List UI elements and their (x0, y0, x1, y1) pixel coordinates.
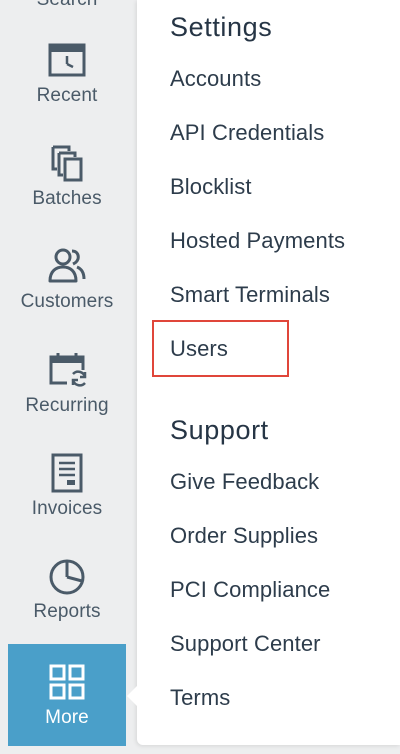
nav-item-search[interactable]: Search (8, 0, 126, 45)
menu-link-api-credentials[interactable]: API Credentials (170, 120, 324, 146)
menu-link-give-feedback[interactable]: Give Feedback (170, 469, 319, 495)
menu-link-terms[interactable]: Terms (170, 685, 230, 711)
nav-item-recurring[interactable]: Recurring (8, 350, 126, 450)
nav-item-label: Recent (36, 85, 98, 106)
users-icon (47, 246, 87, 286)
nav-item-batches[interactable]: Batches (8, 143, 126, 243)
side-nav: Search Recent (0, 0, 134, 754)
nav-item-more[interactable]: More (8, 644, 126, 746)
nav-item-label: Invoices (31, 498, 103, 519)
panel-caret (127, 684, 139, 708)
nav-item-label: Customers (20, 291, 114, 312)
menu-link-order-supplies[interactable]: Order Supplies (170, 523, 318, 549)
nav-item-reports[interactable]: Reports (8, 556, 126, 656)
nav-item-recent[interactable]: Recent (8, 40, 126, 140)
menu-link-blocklist[interactable]: Blocklist (170, 174, 252, 200)
grid-icon (47, 662, 87, 702)
settings-section-title: Settings (170, 12, 273, 42)
menu-link-users[interactable]: Users (170, 336, 228, 362)
calendar-refresh-icon (47, 350, 87, 390)
menu-link-accounts[interactable]: Accounts (170, 66, 261, 92)
stacked-pages-icon (47, 143, 87, 183)
calendar-clock-icon (47, 40, 87, 80)
menu-link-smart-terminals[interactable]: Smart Terminals (170, 282, 330, 308)
nav-item-label: Reports (33, 601, 101, 622)
menu-link-support-center[interactable]: Support Center (170, 631, 321, 657)
nav-item-label: Search (37, 0, 98, 11)
document-icon (47, 453, 87, 493)
app-root: Search Recent (0, 0, 400, 754)
menu-link-pci-compliance[interactable]: PCI Compliance (170, 577, 330, 603)
pie-chart-icon (47, 556, 87, 596)
menu-link-hosted-payments[interactable]: Hosted Payments (170, 228, 345, 254)
nav-item-customers[interactable]: Customers (8, 246, 126, 346)
nav-item-label: Recurring (25, 395, 109, 416)
nav-item-label: Batches (32, 188, 102, 209)
nav-item-label: More (45, 706, 89, 728)
nav-item-invoices[interactable]: Invoices (8, 453, 126, 553)
support-section-title: Support (170, 415, 269, 445)
